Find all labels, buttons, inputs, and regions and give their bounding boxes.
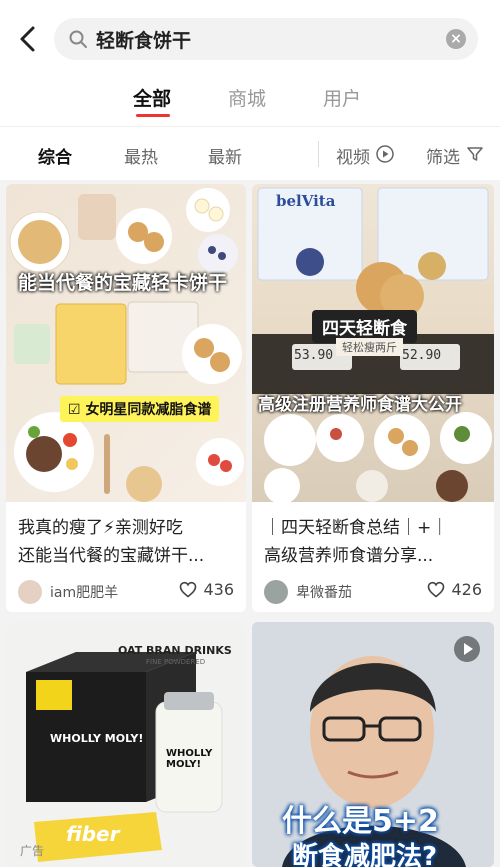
- tab-mall[interactable]: 商城: [228, 84, 266, 111]
- cover-tag-text: 女明星同款减脂食谱: [85, 402, 212, 418]
- note-cover-image[interactable]: 能当代餐的宝藏轻卡饼干 ☑ 女明星同款减脂食谱: [6, 184, 246, 502]
- like-count[interactable]: 436: [179, 580, 234, 599]
- note-title[interactable]: ｜四天轻断食总结｜+｜ 高级营养师食谱分享...: [264, 514, 482, 570]
- ad-subheader: FINE POWDERED: [146, 658, 206, 666]
- filter-divider: [318, 141, 319, 167]
- fiber-card-text: fiber: [66, 822, 120, 846]
- search-box[interactable]: ×: [54, 18, 478, 60]
- video-cover-image[interactable]: 什么是5+2 断食减肥法?: [252, 622, 494, 867]
- note-author[interactable]: iam肥肥羊: [18, 580, 118, 604]
- box-brand: WHOLLY MOLY!: [50, 732, 144, 745]
- jar-brand: WHOLLY MOLY!: [166, 748, 213, 770]
- play-circle-icon[interactable]: [376, 145, 394, 163]
- like-number: 426: [451, 580, 482, 599]
- note-author[interactable]: 卑微番茄: [264, 580, 352, 604]
- heart-icon: [180, 581, 197, 598]
- scale-reading: 53.90: [294, 348, 334, 363]
- search-header: ×: [0, 0, 500, 76]
- note-card[interactable]: 能当代餐的宝藏轻卡饼干 ☑ 女明星同款减脂食谱 我真的瘦了⚡亲测好吃 还能当代餐…: [6, 184, 246, 612]
- active-tab-indicator: [136, 114, 170, 117]
- ad-badge: 广告: [20, 844, 45, 858]
- food-illustration: [9, 188, 244, 502]
- ad-header: OAT BRAN DRINKS: [118, 644, 232, 657]
- sort-comprehensive[interactable]: 综合: [38, 143, 72, 168]
- avatar: [264, 580, 288, 604]
- search-icon: [68, 29, 88, 49]
- filter-label[interactable]: 筛选: [426, 143, 460, 168]
- ad-cover-image[interactable]: OAT BRAN DRINKS FINE POWDERED WHOLLY MOL…: [6, 622, 246, 867]
- note-title-line: 高级营养师食谱分享...: [264, 546, 434, 566]
- cover-headline: 能当代餐的宝藏轻卡饼干: [18, 272, 228, 294]
- play-icon[interactable]: [454, 636, 480, 662]
- note-title[interactable]: 我真的瘦了⚡亲测好吃 还能当代餐的宝藏饼干...: [18, 514, 236, 570]
- note-title-line: ｜四天轻断食总结｜+｜: [264, 518, 449, 538]
- like-count[interactable]: 426: [427, 580, 482, 599]
- heart-icon: [428, 581, 445, 598]
- cover-tag: ☑ 女明星同款减脂食谱: [60, 396, 220, 422]
- avatar: [18, 580, 42, 604]
- tab-all[interactable]: 全部: [133, 84, 171, 111]
- video-filter-label[interactable]: 视频: [336, 143, 370, 168]
- funnel-icon[interactable]: [466, 145, 484, 163]
- video-headline: 什么是5+2: [282, 804, 439, 839]
- filter-bar: 综合 最热 最新 视频 筛选: [0, 126, 500, 180]
- note-title-line: 我真的瘦了⚡亲测好吃: [18, 518, 183, 538]
- video-card[interactable]: 什么是5+2 断食减肥法?: [252, 622, 494, 867]
- ad-card[interactable]: OAT BRAN DRINKS FINE POWDERED WHOLLY MOL…: [6, 622, 246, 867]
- author-name: iam肥肥羊: [50, 585, 119, 601]
- author-name: 卑微番茄: [296, 585, 352, 601]
- tab-users[interactable]: 用户: [323, 84, 361, 111]
- back-icon[interactable]: [14, 22, 44, 56]
- note-title-line: 还能当代餐的宝藏饼干...: [18, 546, 205, 566]
- brand-label: belVita: [276, 192, 336, 210]
- cover-subtext: 轻松瘦两斤: [336, 338, 403, 356]
- sort-hottest[interactable]: 最热: [124, 143, 158, 168]
- note-card[interactable]: belVita 四天轻断食 轻松瘦两斤 53.90 52.90 高级注册营养师食…: [252, 184, 494, 612]
- like-number: 436: [203, 580, 234, 599]
- cover-bottom-text: 高级注册营养师食谱大公开: [258, 395, 462, 415]
- note-cover-image[interactable]: belVita 四天轻断食 轻松瘦两斤 53.90 52.90 高级注册营养师食…: [252, 184, 494, 504]
- scale-reading: 52.90: [402, 348, 442, 363]
- clear-icon[interactable]: ×: [446, 29, 466, 49]
- top-tabs: 全部 商城 用户: [0, 76, 500, 126]
- sort-newest[interactable]: 最新: [208, 143, 242, 168]
- search-input[interactable]: [96, 24, 426, 54]
- video-subheadline: 断食减肥法?: [292, 842, 438, 867]
